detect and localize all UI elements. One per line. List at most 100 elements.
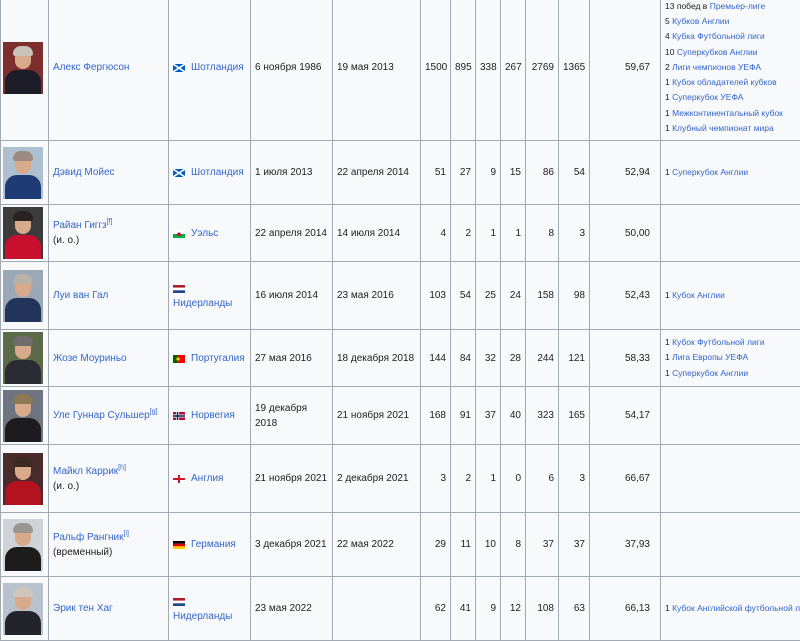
manager-name-cell: Жозе Моуриньо — [49, 330, 169, 387]
trophy-item: 1 Суперкубок Англии — [665, 366, 800, 381]
manager-photo[interactable] — [3, 147, 43, 199]
trophy-item: 1 Кубок обладателей кубков — [665, 75, 800, 90]
manager-photo[interactable] — [3, 453, 43, 505]
scotland-flag-icon — [173, 167, 187, 177]
footnote-link[interactable]: [g] — [150, 409, 158, 416]
manager-photo-cell — [1, 387, 49, 445]
country-cell: Норвегия — [169, 387, 251, 445]
trophy-count: 1 — [665, 337, 670, 347]
trophy-count: 1 — [665, 603, 670, 613]
england-flag-icon — [173, 473, 187, 483]
goals-for: 8 — [526, 205, 559, 262]
trophy-link[interactable]: Кубок Футбольной лиги — [672, 337, 764, 347]
trophy-count: 1 — [665, 167, 670, 177]
wins: 54 — [451, 262, 476, 330]
country-link[interactable]: Шотландия — [191, 167, 244, 178]
country-link[interactable]: Нидерланды — [173, 298, 232, 309]
manager-name-link[interactable]: Луи ван Гал — [53, 290, 108, 301]
trophy-count: 2 — [665, 62, 670, 72]
draws: 338 — [476, 0, 501, 141]
wins: 895 — [451, 0, 476, 141]
draws: 32 — [476, 330, 501, 387]
trophy-link[interactable]: Кубок Английской футбольной лиги — [672, 603, 800, 613]
manager-photo[interactable] — [3, 332, 43, 384]
trophy-link[interactable]: Суперкубков Англии — [677, 47, 758, 57]
country-link[interactable]: Португалия — [191, 353, 245, 364]
manager-name-link[interactable]: Майкл Каррик — [53, 466, 118, 477]
country-link[interactable]: Уэльс — [191, 228, 218, 239]
trophy-count: 1 — [665, 92, 670, 102]
draws: 9 — [476, 577, 501, 641]
country-link[interactable]: Нидерланды — [173, 611, 232, 622]
manager-name-link[interactable]: Ральф Рангник — [53, 532, 124, 543]
manager-name-cell: Ральф Рангник[i](временный) — [49, 513, 169, 577]
country-link[interactable]: Норвегия — [191, 410, 235, 421]
win-percentage: 52,94 — [590, 141, 661, 205]
manager-name-cell: Уле Гуннар Сульшер[g] — [49, 387, 169, 445]
trophy-link[interactable]: Кубок обладателей кубков — [672, 77, 777, 87]
manager-role-note: (и. о.) — [53, 235, 79, 246]
goals-for: 244 — [526, 330, 559, 387]
start-date: 3 декабря 2021 — [251, 513, 333, 577]
manager-name-link[interactable]: Алекс Фергюсон — [53, 62, 129, 73]
manager-photo[interactable] — [3, 583, 43, 635]
trophy-link[interactable]: Суперкубок Англии — [672, 167, 748, 177]
manager-photo[interactable] — [3, 207, 43, 259]
trophy-link[interactable]: Межконтинентальный кубок — [672, 108, 783, 118]
trophies-cell — [661, 205, 800, 262]
matches-played: 3 — [421, 445, 451, 513]
manager-name-link[interactable]: Райан Гиггз — [53, 220, 107, 231]
country-link[interactable]: Германия — [191, 539, 236, 550]
manager-photo[interactable] — [3, 270, 43, 322]
end-date: 21 ноября 2021 — [333, 387, 421, 445]
country-cell: Нидерланды — [169, 262, 251, 330]
manager-name-link[interactable]: Уле Гуннар Сульшер — [53, 410, 150, 421]
manager-name-link[interactable]: Жозе Моуриньо — [53, 353, 127, 364]
trophy-link[interactable]: Лиги чемпионов УЕФА — [672, 62, 761, 72]
wins: 2 — [451, 205, 476, 262]
country-link[interactable]: Шотландия — [191, 62, 244, 73]
start-date: 27 мая 2016 — [251, 330, 333, 387]
trophy-count: 5 — [665, 16, 670, 26]
manager-name-link[interactable]: Эрик тен Хаг — [53, 603, 113, 614]
trophy-link[interactable]: Суперкубок УЕФА — [672, 92, 743, 102]
trophy-link[interactable]: Премьер-лиге — [710, 1, 765, 11]
manager-photo-cell — [1, 513, 49, 577]
table-row: Луи ван ГалНидерланды16 июля 201423 мая … — [1, 262, 800, 330]
netherlands-flag-icon — [173, 283, 187, 293]
footnote-link[interactable]: [i] — [124, 530, 129, 537]
manager-name-cell: Эрик тен Хаг — [49, 577, 169, 641]
goals-against: 165 — [559, 387, 590, 445]
trophy-link[interactable]: Лига Европы УЕФА — [672, 352, 748, 362]
trophy-item: 2 Лиги чемпионов УЕФА — [665, 60, 800, 75]
trophy-item: 1 Кубок Английской футбольной лиги — [665, 601, 800, 616]
losses: 1 — [501, 205, 526, 262]
draws: 9 — [476, 141, 501, 205]
trophy-link[interactable]: Кубка Футбольной лиги — [672, 31, 765, 41]
manager-photo[interactable] — [3, 42, 43, 94]
country-link[interactable]: Англия — [191, 473, 223, 484]
table-row: Райан Гиггз[f](и. о.)Уэльс22 апреля 2014… — [1, 205, 800, 262]
losses: 12 — [501, 577, 526, 641]
manager-name-link[interactable]: Дэвид Мойес — [53, 167, 115, 178]
trophy-link[interactable]: Суперкубок Англии — [672, 368, 748, 378]
manager-photo[interactable] — [3, 519, 43, 571]
footnote-link[interactable]: [f] — [107, 219, 113, 226]
wins: 84 — [451, 330, 476, 387]
trophy-item: 1 Кубок Футбольной лиги — [665, 335, 800, 350]
manager-photo-cell — [1, 141, 49, 205]
trophies-cell: 1 Кубок Футбольной лиги1 Лига Европы УЕФ… — [661, 330, 800, 387]
country-cell: Шотландия — [169, 0, 251, 141]
wins: 41 — [451, 577, 476, 641]
manager-name-cell: Райан Гиггз[f] (и. о.) — [49, 205, 169, 262]
trophies-cell — [661, 513, 800, 577]
matches-played: 103 — [421, 262, 451, 330]
trophy-link[interactable]: Кубок Англии — [672, 290, 725, 300]
footnote-link[interactable]: [h] — [118, 464, 126, 471]
table-row: Жозе МоуриньоПортугалия27 мая 201618 дек… — [1, 330, 800, 387]
table-row: Эрик тен ХагНидерланды23 мая 20226241912… — [1, 577, 800, 641]
trophy-text: побед в — [677, 1, 707, 11]
manager-photo[interactable] — [3, 390, 43, 442]
trophy-link[interactable]: Клубный чемпионат мира — [672, 123, 774, 133]
trophy-link[interactable]: Кубков Англии — [672, 16, 729, 26]
